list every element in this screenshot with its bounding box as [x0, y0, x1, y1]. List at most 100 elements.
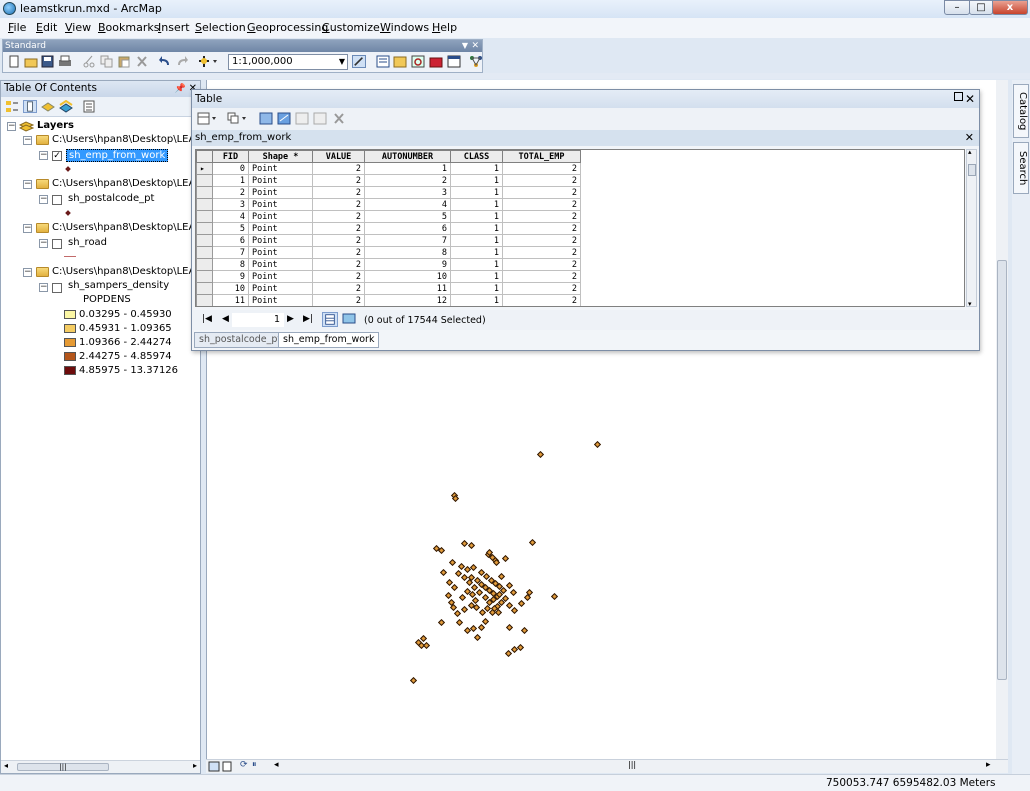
add-data-icon[interactable]: [198, 55, 220, 68]
table-cell[interactable]: 2: [364, 174, 451, 187]
table-cell[interactable]: 2: [312, 294, 365, 306]
scroll-right-icon[interactable]: ▸: [986, 760, 991, 770]
row-selector[interactable]: [196, 174, 213, 187]
table-cell[interactable]: 8: [364, 246, 451, 259]
layer-4-collapse-toggle[interactable]: −: [39, 283, 48, 292]
menu-windows[interactable]: Windows: [380, 21, 429, 34]
scroll-left-icon[interactable]: ◂: [274, 760, 279, 770]
table-cell[interactable]: 1: [450, 234, 503, 247]
table-cell[interactable]: 2: [502, 258, 581, 271]
table-cell[interactable]: 8: [212, 258, 249, 271]
column-header-autonumber[interactable]: AUTONUMBER: [364, 150, 451, 163]
table-cell[interactable]: 2: [312, 186, 365, 199]
table-cell[interactable]: 3: [212, 198, 249, 211]
row-selector[interactable]: [196, 222, 213, 235]
previous-record-icon[interactable]: ◀: [222, 314, 229, 324]
layer-3-visibility-checkbox[interactable]: [52, 239, 62, 249]
table-cell[interactable]: 10: [212, 282, 249, 295]
table-cell[interactable]: 1: [450, 210, 503, 223]
catalog-window-icon[interactable]: [393, 55, 407, 68]
group-1-path[interactable]: C:\Users\hpan8\Desktop\LEAM F: [52, 134, 213, 145]
close-window-button[interactable]: x: [992, 0, 1028, 15]
pause-drawing-icon[interactable]: ⏸: [252, 760, 257, 770]
toc-horizontal-scrollbar[interactable]: ◂ ||| ▸: [1, 760, 200, 773]
table-cell[interactable]: 2: [502, 294, 581, 306]
close-icon[interactable]: ✕: [965, 130, 974, 146]
clear-selection-icon[interactable]: [295, 112, 309, 125]
table-cell[interactable]: 11: [364, 282, 451, 295]
group-4-path[interactable]: C:\Users\hpan8\Desktop\LEAM F: [52, 266, 213, 277]
redo-icon[interactable]: [175, 55, 189, 68]
table-row[interactable]: 8 Point 2 9 1 2: [196, 258, 581, 271]
next-record-icon[interactable]: ▶: [287, 314, 294, 324]
table-cell[interactable]: 1: [450, 222, 503, 235]
table-cell[interactable]: 5: [212, 222, 249, 235]
search-tab[interactable]: Search: [1013, 142, 1029, 194]
row-selector[interactable]: ▸: [196, 162, 213, 175]
scroll-thumb-grip[interactable]: |||: [628, 760, 636, 769]
group-1-collapse-toggle[interactable]: −: [23, 136, 32, 145]
delete-icon[interactable]: [135, 55, 149, 68]
table-vertical-scrollbar[interactable]: ▴ ▾: [966, 148, 977, 308]
table-cell[interactable]: 1: [450, 162, 503, 175]
table-row[interactable]: 6 Point 2 7 1 2: [196, 234, 581, 247]
table-options-icon[interactable]: [197, 112, 219, 125]
table-row[interactable]: 5 Point 2 6 1 2: [196, 222, 581, 235]
standard-toolbar-title[interactable]: Standard ▼ ✕: [3, 40, 482, 52]
layer-2-collapse-toggle[interactable]: −: [39, 195, 48, 204]
table-cell[interactable]: 2: [502, 270, 581, 283]
refresh-icon[interactable]: ⟳: [240, 760, 248, 770]
column-header-shape[interactable]: Shape *: [248, 150, 313, 163]
row-selector-header[interactable]: [196, 150, 213, 163]
switch-selection-icon[interactable]: [277, 112, 291, 125]
copy-icon[interactable]: [100, 55, 114, 68]
delete-selected-icon[interactable]: [332, 112, 346, 125]
table-cell[interactable]: 2: [502, 282, 581, 295]
toc-window-icon[interactable]: [376, 55, 390, 68]
menu-geoprocessing[interactable]: Geoprocessing: [247, 21, 328, 34]
scroll-thumb[interactable]: |||: [17, 763, 109, 771]
menu-view[interactable]: View: [65, 21, 91, 34]
layer-3-collapse-toggle[interactable]: −: [39, 239, 48, 248]
model-builder-icon[interactable]: [469, 55, 483, 68]
menu-help[interactable]: Help: [432, 21, 457, 34]
table-cell[interactable]: 2: [312, 174, 365, 187]
layer-1-name[interactable]: sh_emp_from_work: [66, 149, 169, 162]
table-cell[interactable]: 1: [364, 162, 451, 175]
table-window-titlebar[interactable]: Table ✕: [192, 90, 979, 108]
tab-sh-postalcode-pt[interactable]: sh_postalcode_pt: [194, 332, 287, 348]
close-icon[interactable]: ✕: [965, 90, 975, 108]
layer-4-name[interactable]: sh_sampers_density: [68, 280, 169, 291]
table-cell[interactable]: 1: [450, 270, 503, 283]
table-cell[interactable]: 2: [312, 282, 365, 295]
cut-icon[interactable]: [82, 55, 96, 68]
table-cell[interactable]: Point: [248, 258, 313, 271]
table-row[interactable]: 11 Point 2 12 1 2: [196, 294, 581, 306]
table-cell[interactable]: 1: [450, 294, 503, 306]
group-3-path[interactable]: C:\Users\hpan8\Desktop\LEAM F: [52, 222, 213, 233]
column-header-class[interactable]: CLASS: [450, 150, 503, 163]
toc-options-icon[interactable]: [82, 100, 96, 113]
table-cell[interactable]: Point: [248, 270, 313, 283]
table-cell[interactable]: Point: [248, 222, 313, 235]
column-header-value[interactable]: VALUE: [312, 150, 365, 163]
list-by-visibility-icon[interactable]: [41, 100, 55, 113]
menu-file[interactable]: File: [8, 21, 26, 34]
table-row[interactable]: 1 Point 2 2 1 2: [196, 174, 581, 187]
zoom-to-selected-icon[interactable]: [313, 112, 327, 125]
python-window-icon[interactable]: [447, 55, 461, 68]
layer-3-name[interactable]: sh_road: [68, 237, 107, 248]
table-cell[interactable]: 2: [502, 210, 581, 223]
table-cell[interactable]: 4: [364, 198, 451, 211]
table-row[interactable]: 9 Point 2 10 1 2: [196, 270, 581, 283]
toolbar-dropdown-icon[interactable]: ▼: [462, 40, 468, 52]
catalog-tab[interactable]: Catalog: [1013, 84, 1029, 138]
maximize-button[interactable]: □: [969, 0, 993, 15]
scroll-thumb[interactable]: [968, 164, 976, 176]
row-selector[interactable]: [196, 198, 213, 211]
table-cell[interactable]: 2: [312, 270, 365, 283]
column-header-total-emp[interactable]: TOTAL_EMP: [502, 150, 581, 163]
table-cell[interactable]: 2: [502, 186, 581, 199]
table-cell[interactable]: 2: [212, 186, 249, 199]
table-cell[interactable]: 2: [312, 258, 365, 271]
